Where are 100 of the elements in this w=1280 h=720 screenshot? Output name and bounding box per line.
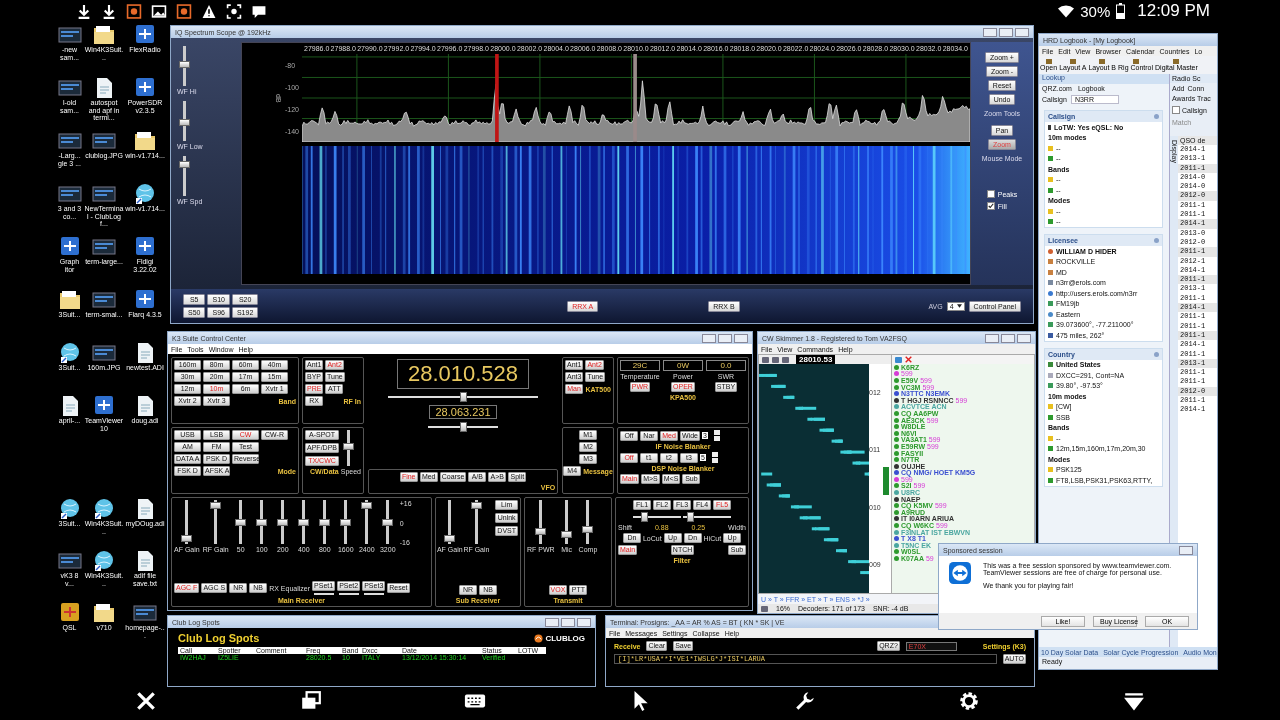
readout: 0W [663, 360, 703, 371]
maximize-button[interactable] [999, 27, 1013, 37]
app-icon[interactable] [92, 395, 116, 417]
slider-thumb[interactable] [459, 392, 467, 402]
tick-icon [1048, 414, 1053, 420]
minimize-button[interactable] [983, 27, 997, 37]
car-icon [1048, 332, 1053, 338]
status-icon [761, 605, 768, 612]
slider-thumb[interactable] [277, 518, 289, 526]
slider-thumb[interactable] [179, 60, 190, 68]
tick-icon [1048, 477, 1053, 483]
close-button[interactable] [734, 333, 748, 343]
slider-thumb[interactable] [235, 518, 247, 526]
app-icon[interactable] [133, 24, 157, 46]
folder-icon[interactable] [133, 130, 157, 152]
clear-icon[interactable] [905, 356, 912, 363]
globe-icon[interactable] [92, 498, 116, 520]
download-icon [101, 3, 117, 19]
slider-thumb[interactable] [256, 518, 268, 526]
thumbnail-icon[interactable] [133, 602, 157, 624]
frequency-display: 28010.53 [796, 355, 836, 364]
slider-thumb[interactable] [459, 422, 467, 432]
maximize-button[interactable] [1001, 333, 1015, 343]
folder-icon[interactable] [92, 24, 116, 46]
frequency-display: 28.010.528 [396, 359, 530, 389]
close-button[interactable] [1015, 27, 1029, 37]
thumbnail-icon[interactable] [57, 183, 82, 205]
minimize-button[interactable] [545, 617, 559, 627]
checkbox[interactable] [986, 202, 995, 210]
minimize-button[interactable] [702, 333, 716, 343]
maximize-button[interactable] [561, 617, 575, 627]
folder-icon[interactable] [92, 602, 116, 624]
thumbnail-icon[interactable] [57, 24, 82, 46]
preset-indicator [338, 593, 359, 595]
thumbnail-icon[interactable] [92, 236, 116, 258]
slider-thumb[interactable] [319, 518, 331, 526]
logo-icon [534, 633, 544, 643]
settings-icon[interactable] [958, 690, 981, 712]
dxcc-icon [1048, 372, 1053, 378]
tick-icon [1048, 219, 1053, 225]
record-icon [126, 3, 142, 19]
download-icon [76, 3, 92, 19]
up-arrow-button[interactable] [713, 430, 720, 435]
down-arrow-button[interactable] [711, 458, 718, 463]
down-arrow-button[interactable] [713, 436, 720, 441]
slider-thumb[interactable] [210, 501, 222, 509]
slider-thumb[interactable] [582, 525, 594, 533]
windows-icon[interactable] [299, 690, 322, 712]
slider-thumb[interactable] [181, 535, 193, 543]
slider-thumb[interactable] [561, 531, 573, 539]
slider-thumb[interactable] [298, 518, 310, 526]
slider-thumb[interactable] [470, 501, 482, 509]
close-button[interactable] [1017, 333, 1031, 343]
caret-icon [956, 304, 962, 308]
warning-icon [201, 3, 217, 19]
close-icon[interactable] [135, 690, 157, 712]
wrench-icon[interactable] [793, 690, 816, 712]
toolbar-icon[interactable] [895, 356, 902, 363]
app-icon[interactable] [133, 236, 157, 258]
focus-icon [226, 3, 242, 19]
thumbnail-icon[interactable] [92, 183, 116, 205]
slider-thumb[interactable] [343, 443, 354, 451]
warn-icon [1048, 467, 1053, 473]
thumbnail-icon[interactable] [92, 342, 116, 364]
checkbox[interactable] [986, 190, 995, 198]
thumbnail-icon[interactable] [57, 130, 82, 152]
up-arrow-button[interactable] [711, 452, 718, 457]
app-icon [949, 562, 971, 584]
chat-icon [251, 3, 267, 19]
heading: Club Log Spots [178, 632, 260, 644]
slider-thumb[interactable] [179, 119, 190, 127]
warn-icon [1048, 145, 1053, 151]
thumbnail-icon[interactable] [92, 289, 116, 311]
tick-icon [1048, 446, 1053, 452]
slider-thumb[interactable] [641, 512, 649, 522]
globe-icon[interactable] [133, 183, 157, 205]
slider-thumb[interactable] [179, 160, 190, 168]
close-button[interactable] [1179, 545, 1193, 555]
slider-thumb[interactable] [340, 518, 352, 526]
maximize-button[interactable] [718, 333, 732, 343]
app-icon[interactable] [133, 77, 157, 99]
slider-thumb[interactable] [687, 512, 695, 522]
folder-icon[interactable] [57, 289, 82, 311]
app-icon[interactable] [133, 289, 157, 311]
checkbox[interactable] [1172, 106, 1180, 114]
grid-icon [1048, 322, 1053, 328]
thumbnail-icon[interactable] [57, 77, 82, 99]
warn-icon [1048, 435, 1053, 441]
thumbnail-icon[interactable] [92, 130, 116, 152]
dropdown-icon[interactable] [1122, 690, 1145, 712]
slider-thumb[interactable] [535, 527, 547, 535]
flag-icon [1048, 362, 1053, 368]
globe-icon[interactable] [92, 550, 116, 572]
slider-thumb[interactable] [382, 518, 394, 526]
lotw-icon [1048, 124, 1051, 130]
slider-thumb[interactable] [444, 535, 456, 543]
thumbnail-icon[interactable] [57, 550, 82, 572]
minimize-button[interactable] [985, 333, 999, 343]
slider-thumb[interactable] [361, 501, 373, 509]
close-button[interactable] [577, 617, 591, 627]
